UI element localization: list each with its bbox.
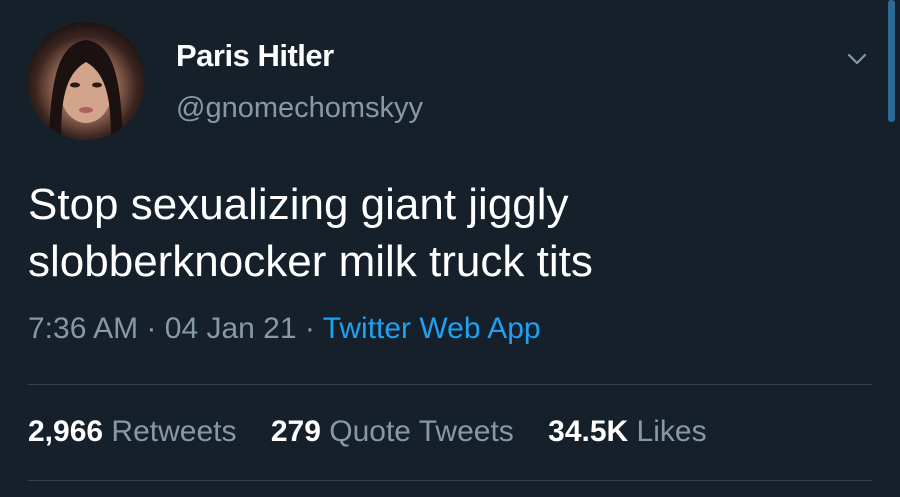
retweets-stat[interactable]: 2,966 Retweets [28,415,236,448]
tweet-meta: 7:36 AM · 04 Jan 21 · Twitter Web App [28,312,541,346]
chevron-down-icon[interactable] [842,44,872,74]
avatar-image [49,40,123,140]
tweet-stats: 2,966 Retweets 279 Quote Tweets 34.5K Li… [28,415,733,449]
avatar[interactable] [27,22,145,140]
divider [28,384,872,385]
tweet-source-link[interactable]: Twitter Web App [323,312,541,345]
retweets-count: 2,966 [28,415,104,448]
divider [28,480,872,481]
user-handle[interactable]: @gnomechomskyy [176,92,423,125]
likes-count: 34.5K [548,415,629,448]
meta-separator: · [146,312,157,345]
display-name[interactable]: Paris Hitler [176,38,334,74]
quote-tweets-stat[interactable]: 279 Quote Tweets [271,415,514,448]
quote-tweets-count: 279 [270,415,321,448]
meta-separator: · [304,312,315,345]
likes-stat[interactable]: 34.5K Likes [548,415,706,448]
retweets-label: Retweets [111,415,237,448]
likes-label: Likes [636,415,707,448]
tweet-time[interactable]: 7:36 AM [28,312,138,345]
tweet-text: Stop sexualizing giant jiggly slobberkno… [28,180,593,286]
quote-tweets-label: Quote Tweets [329,415,514,448]
tweet-date[interactable]: 04 Jan 21 [165,312,297,345]
scrollbar[interactable] [888,0,895,122]
